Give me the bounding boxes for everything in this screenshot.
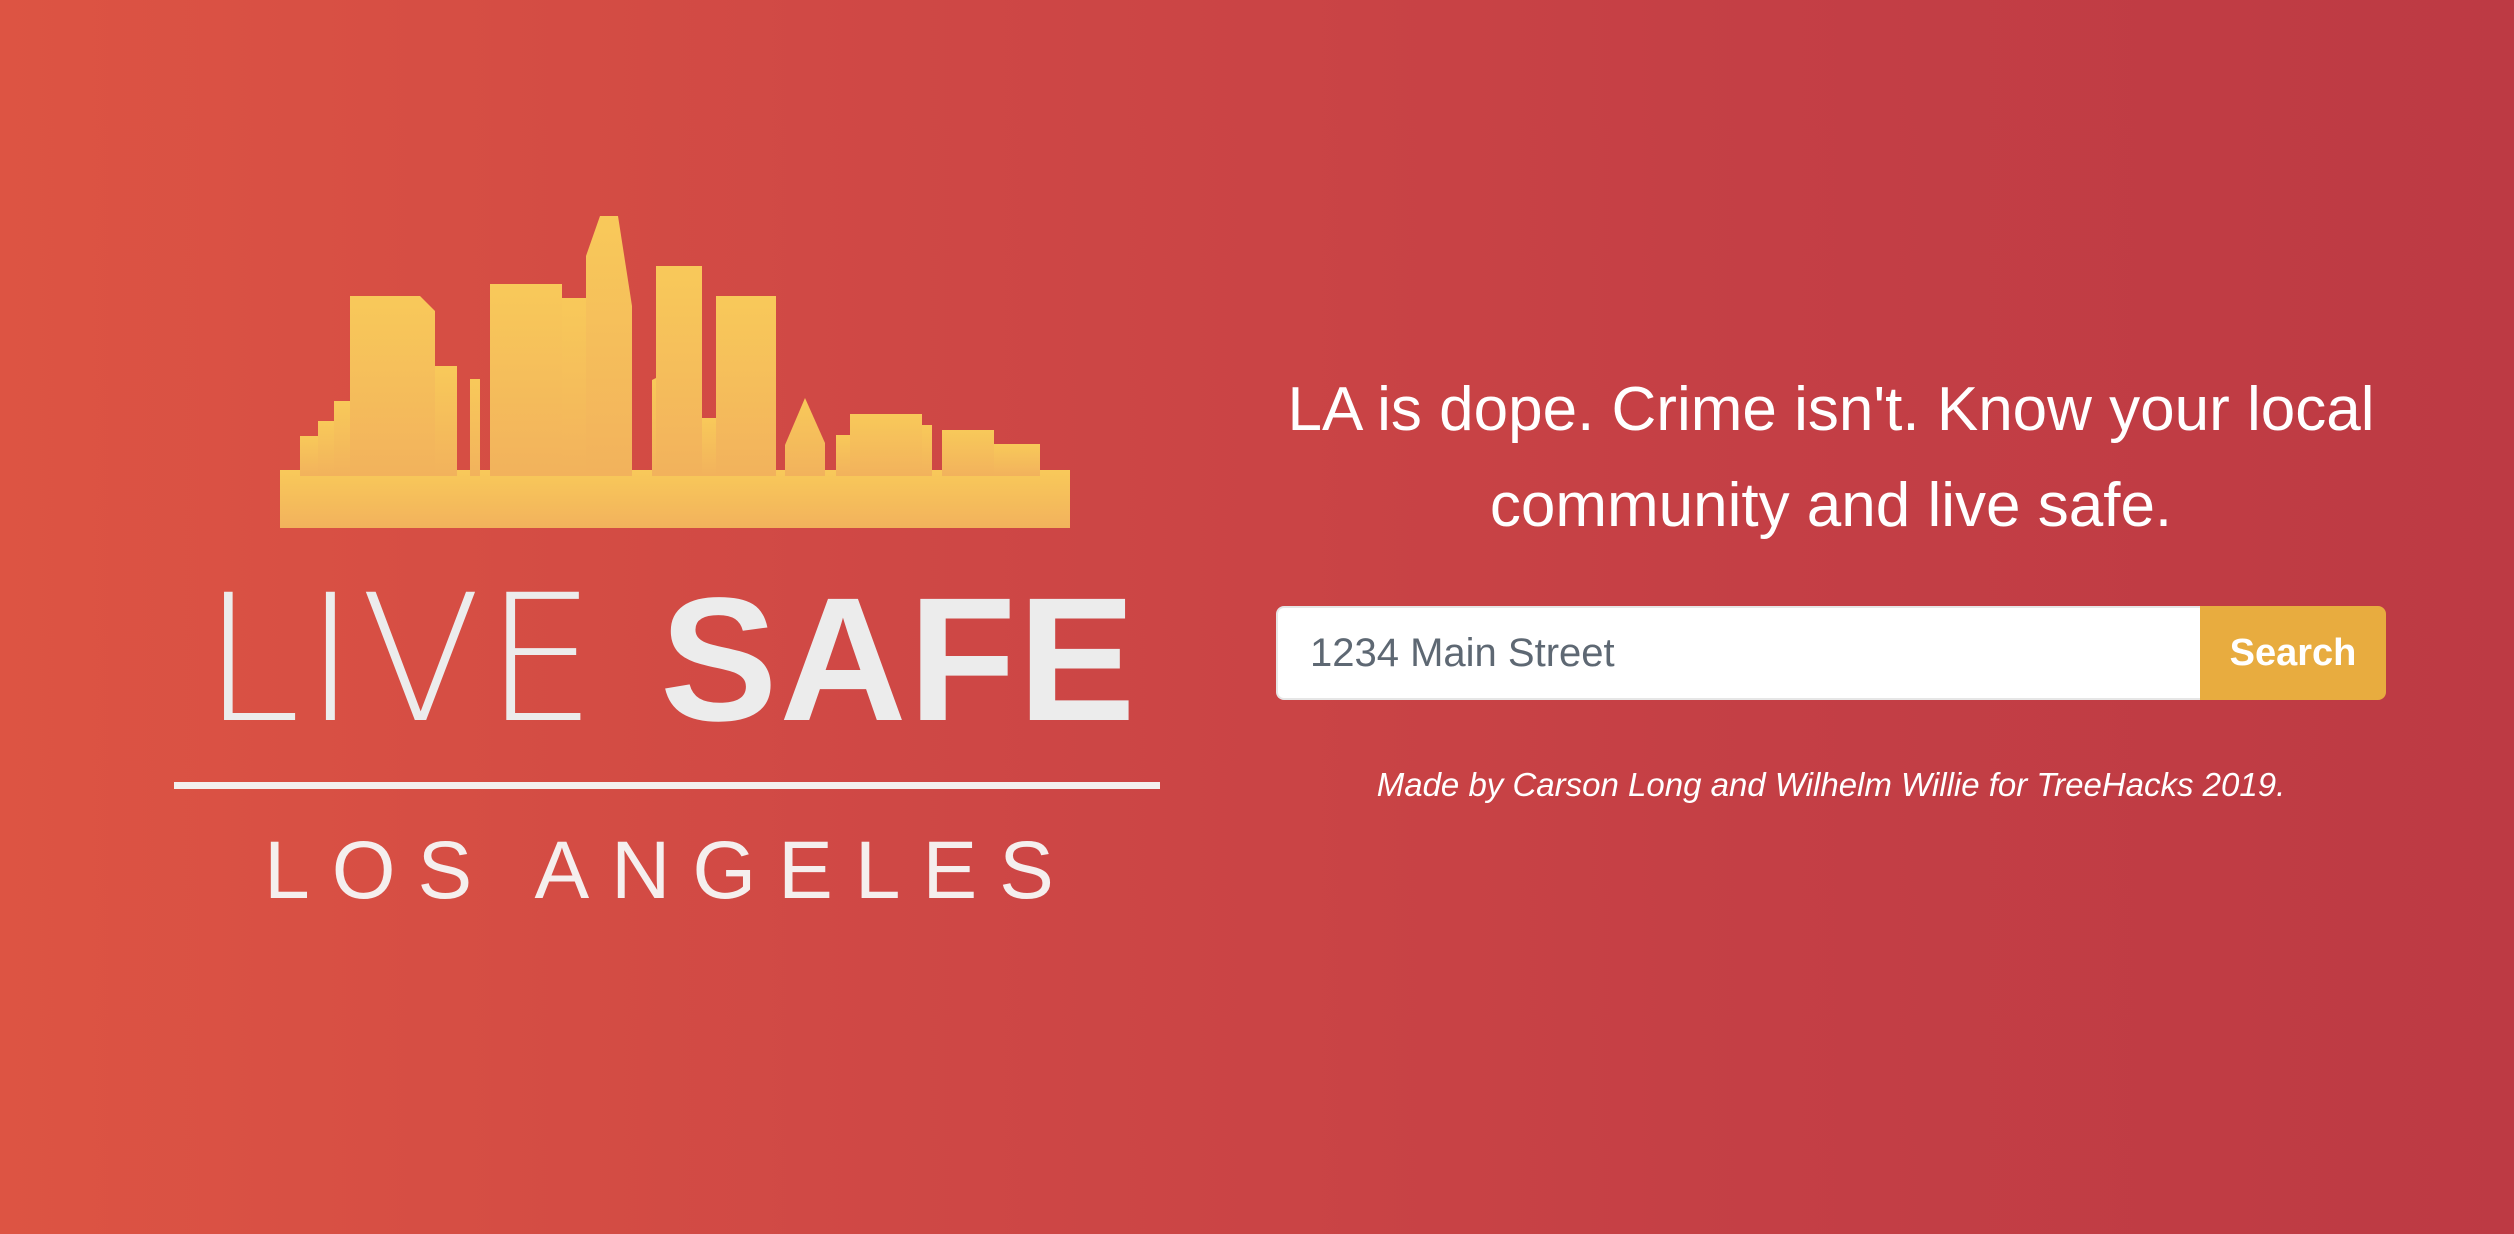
brand-divider — [174, 782, 1160, 789]
credit-text: Made by Carson Long and Wilhelm Willie f… — [1376, 766, 2286, 803]
hero-panel: LA is dope. Crime isn't. Know your local… — [1276, 362, 2386, 804]
brand-title: LIVE SAFE — [170, 560, 1170, 760]
search-bar: Search — [1276, 606, 2386, 700]
search-button[interactable]: Search — [2200, 606, 2386, 700]
brand-logo: LIVE SAFE LOS ANGELES — [170, 200, 1170, 960]
brand-city: LOS ANGELES — [264, 825, 1076, 916]
brand-title-bold: SAFE — [660, 562, 1138, 758]
los-angeles-skyline-icon — [280, 216, 1070, 528]
brand-title-light: LIVE — [202, 557, 601, 762]
search-input[interactable] — [1276, 606, 2200, 700]
hero-tagline: LA is dope. Crime isn't. Know your local… — [1287, 375, 2375, 540]
